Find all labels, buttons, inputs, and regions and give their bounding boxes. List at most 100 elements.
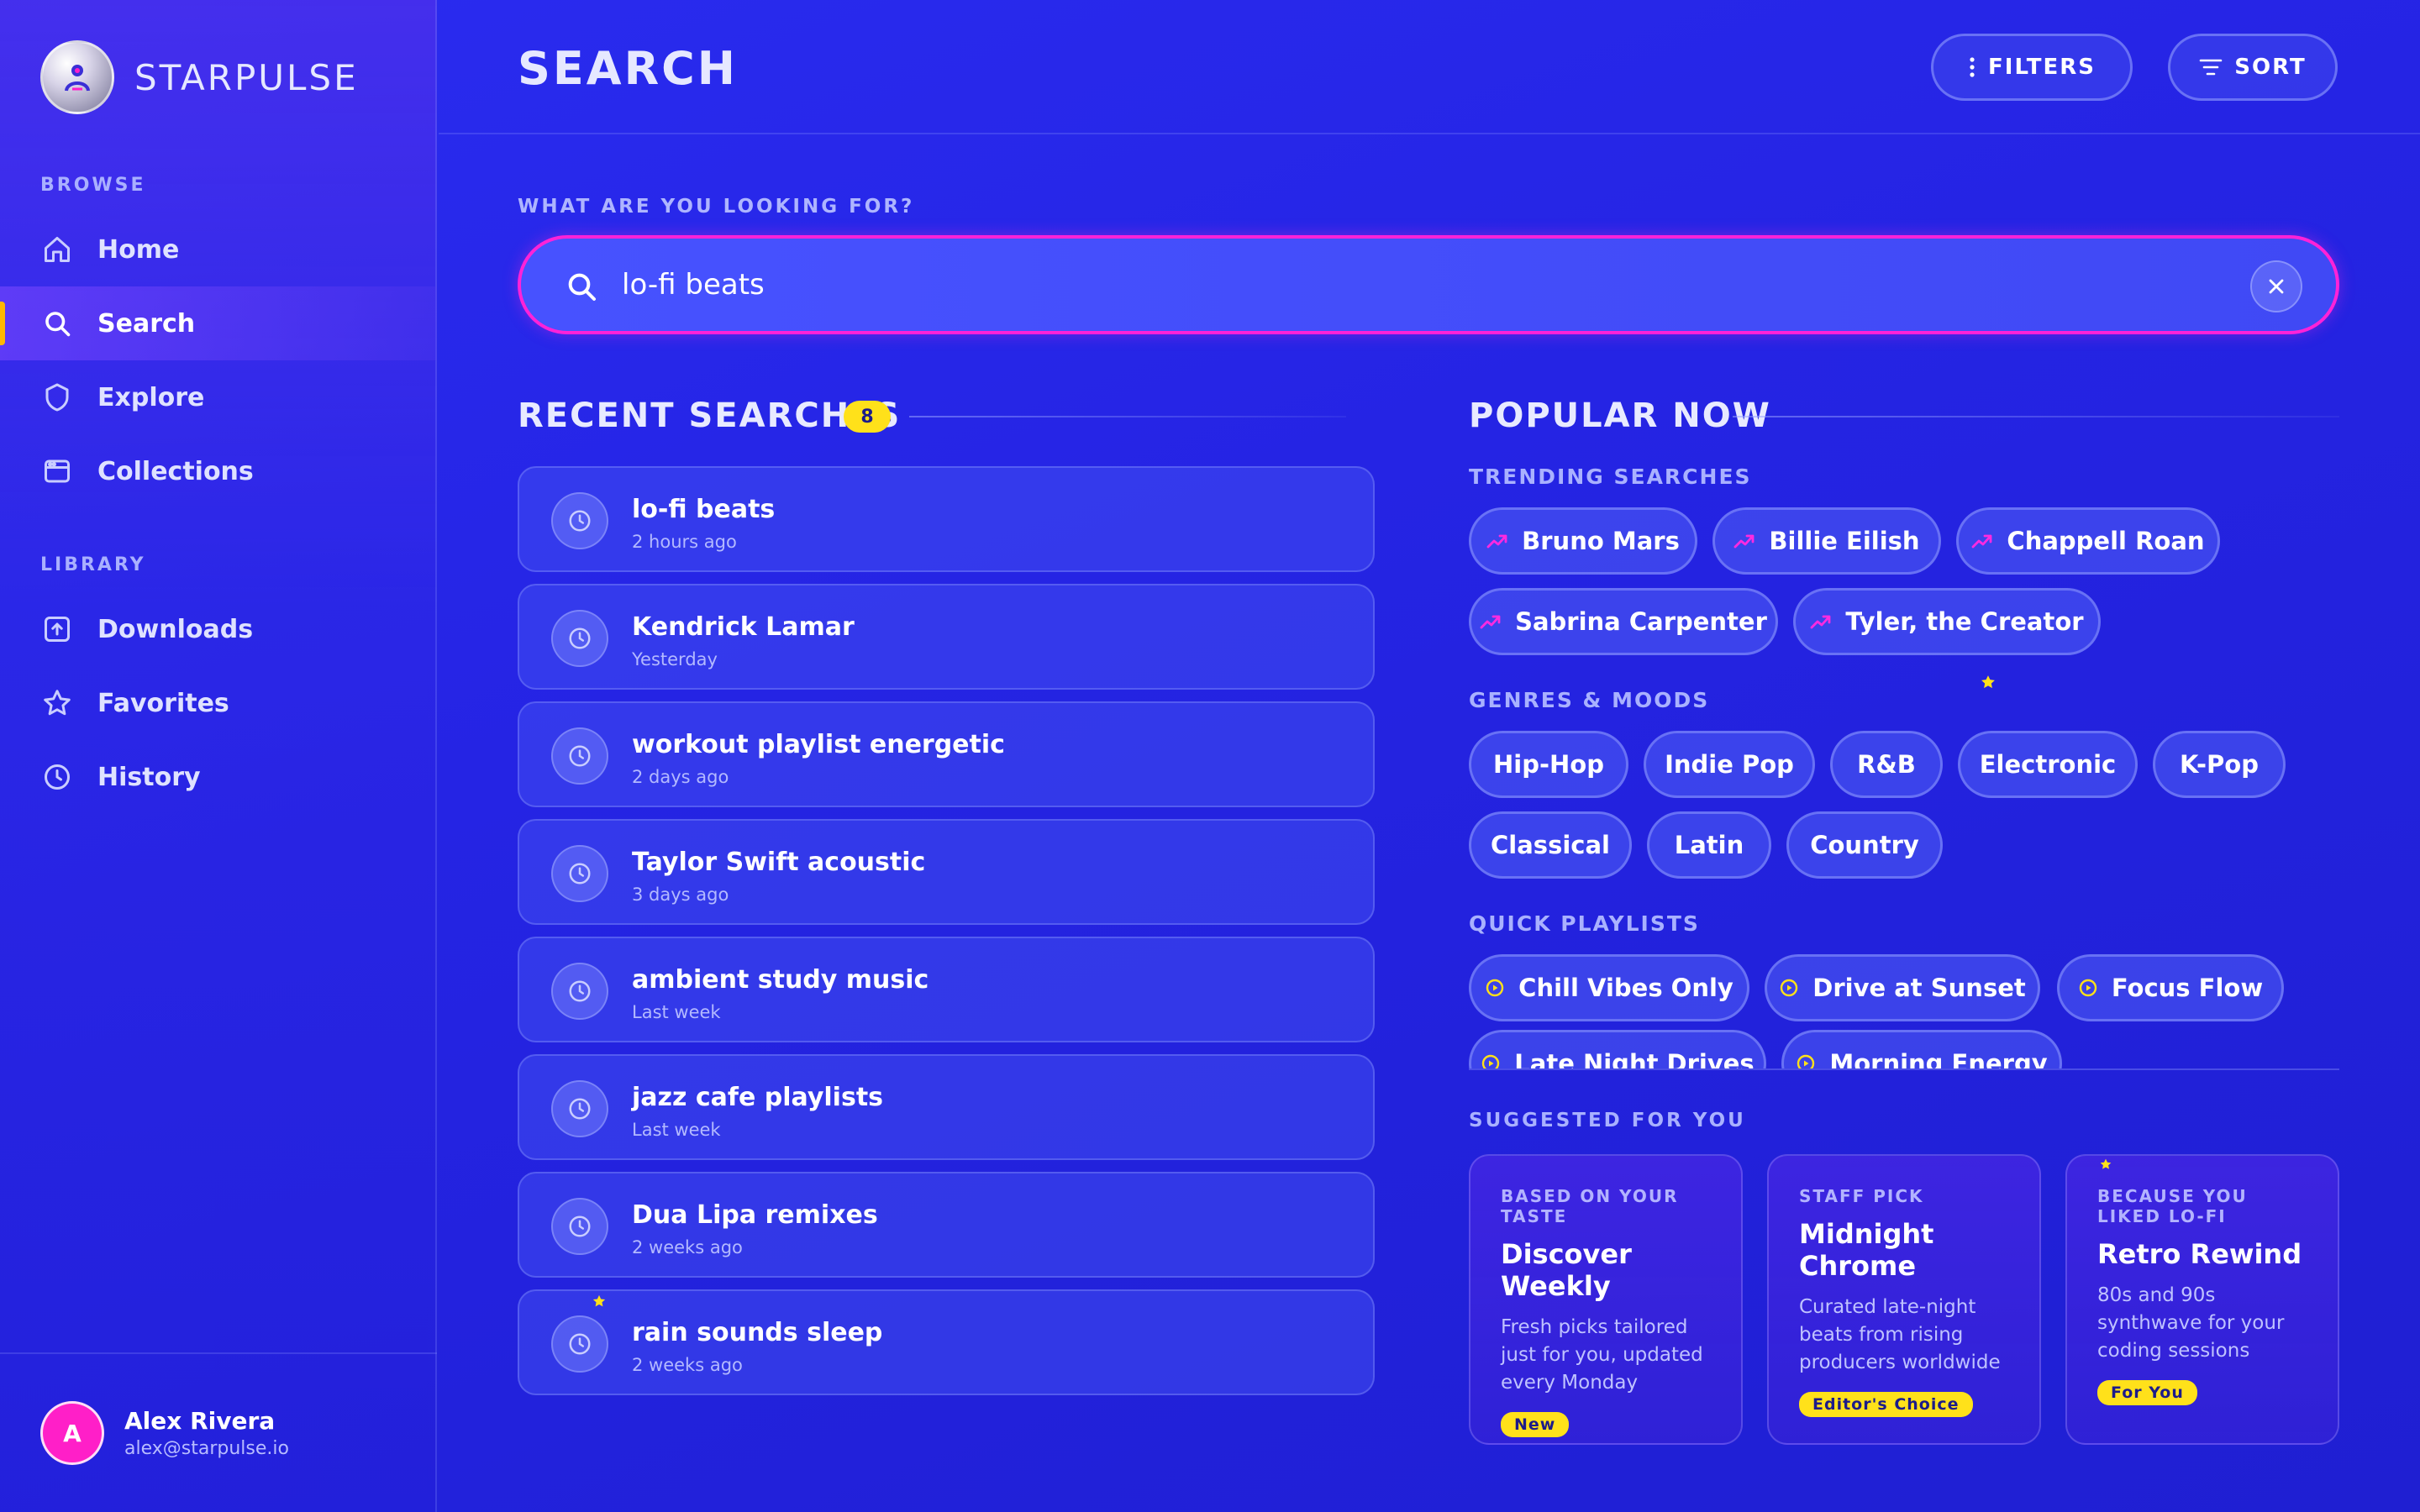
trending-chip[interactable]: Bruno Mars [1469,507,1697,575]
recent-search-title: ambient study music [632,965,929,995]
sidebar-item-history[interactable]: History [0,740,437,814]
suggestion-card[interactable]: STAFF PICK Midnight Chrome Curated late-… [1767,1154,2041,1445]
card-description: Fresh picks tailored just for you, updat… [1501,1316,1703,1394]
trending-up-icon [1733,533,1755,549]
genre-chip[interactable]: Classical [1469,811,1632,879]
filters-button[interactable]: FILTERS [1931,34,2133,101]
clock-icon [551,492,608,549]
card-description: 80s and 90s synthwave for your coding se… [2097,1284,2285,1362]
clock-icon [40,760,74,794]
genre-chip[interactable]: Electronic [1958,731,2138,798]
card-title: Discover Weekly [1501,1238,1632,1302]
recent-search-item[interactable]: Dua Lipa remixes 2 weeks ago [518,1172,1375,1278]
recent-search-title: rain sounds sleep [632,1318,883,1347]
chip-label: Classical [1491,831,1610,859]
clock-icon [551,1080,608,1137]
recent-search-time: Yesterday [632,649,718,669]
trending-chip[interactable]: Chappell Roan [1956,507,2220,575]
sidebar-item-explore[interactable]: Explore [0,360,437,434]
sort-button[interactable]: SORT [2168,34,2338,101]
card-title: Retro Rewind [2097,1238,2302,1270]
genres-label: GENRES & MOODS [1469,688,1710,712]
sidebar-item-home[interactable]: Home [0,213,437,286]
recent-search-time: Last week [632,1002,721,1022]
recent-search-item[interactable]: jazz cafe playlists Last week [518,1054,1375,1160]
close-icon [2269,279,2284,294]
sidebar-item-label: Home [97,234,180,265]
shield-icon [40,381,74,414]
playlist-divider [1469,1068,2339,1070]
recent-search-time: 2 weeks ago [632,1355,743,1375]
recent-search-time: 2 hours ago [632,532,737,552]
browse-label: BROWSE [40,175,146,196]
more-vertical-icon [1968,56,1976,78]
avatar: A [40,1401,104,1465]
chip-label: Indie Pop [1665,750,1794,779]
clock-icon [551,1315,608,1373]
clock-icon [551,727,608,785]
chip-label: Latin [1674,831,1744,859]
sidebar-item-label: Favorites [97,688,229,718]
playlist-chip[interactable]: Morning Energy [1781,1030,2062,1068]
user-name: Alex Rivera [124,1407,276,1435]
genre-chip[interactable]: K-Pop [2153,731,2286,798]
page-header: SEARCH FILTERS SORT [439,0,2420,134]
page-title: SEARCH [518,42,738,95]
recent-count-badge: 8 [844,401,891,433]
genre-chip[interactable]: Country [1786,811,1943,879]
recent-search-item[interactable]: rain sounds sleep 2 weeks ago [518,1289,1375,1395]
brand-logo-icon [40,40,114,114]
genre-chip[interactable]: Latin [1647,811,1771,879]
playlists-label: QUICK PLAYLISTS [1469,911,1700,936]
user-email: alex@starpulse.io [124,1438,289,1459]
chip-label: Hip-Hop [1493,750,1604,779]
recent-search-title: lo-fi beats [632,495,776,524]
filters-label: FILTERS [1988,55,2096,80]
card-eyebrow: STAFF PICK [1799,1186,1924,1206]
genre-chip[interactable]: R&B [1830,731,1943,798]
clock-icon [551,845,608,902]
recent-divider [909,416,1346,417]
suggestion-card[interactable]: BASED ON YOUR TASTE Discover Weekly Fres… [1469,1154,1743,1445]
recent-search-item[interactable]: Taylor Swift acoustic 3 days ago [518,819,1375,925]
trending-up-icon [1480,613,1502,630]
user-profile[interactable]: A Alex Rivera alex@starpulse.io [0,1352,437,1512]
chip-label: R&B [1857,750,1916,779]
playlist-chip[interactable]: Late Night Drives [1469,1030,1766,1068]
chip-label: Billie Eilish [1769,527,1920,555]
suggestion-card[interactable]: BECAUSE YOU LIKED LO-FI Retro Rewind 80s… [2065,1154,2339,1445]
card-badge: For You [2097,1380,2197,1405]
trending-chip[interactable]: Tyler, the Creator [1793,588,2101,655]
genre-chip[interactable]: Hip-Hop [1469,731,1628,798]
trending-chip[interactable]: Billie Eilish [1712,507,1941,575]
play-circle-icon [1481,1053,1501,1068]
play-circle-icon [1796,1053,1816,1068]
sidebar-item-label: Collections [97,456,254,486]
genre-chip[interactable]: Indie Pop [1644,731,1815,798]
sidebar-item-collections[interactable]: Collections [0,434,437,508]
recent-search-item[interactable]: lo-fi beats 2 hours ago [518,466,1375,572]
clear-search-button[interactable] [2250,260,2302,312]
sidebar-item-downloads[interactable]: Downloads [0,592,437,666]
chip-label: Country [1810,831,1919,859]
sidebar-item-label: Explore [97,382,205,412]
brand[interactable]: STARPULSE [40,40,359,114]
sidebar-item-label: Search [97,308,196,339]
download-icon [40,612,74,646]
playlist-overflow-area[interactable]: Late Night Drives Morning Energy [1469,949,2339,1068]
trending-chip[interactable]: Sabrina Carpenter [1469,588,1778,655]
recent-search-item[interactable]: workout playlist energetic 2 days ago [518,701,1375,807]
search-input[interactable] [622,259,2218,311]
popular-divider [1733,416,2339,417]
trending-label: TRENDING SEARCHES [1469,465,1752,489]
trending-up-icon [1971,533,1993,549]
sidebar-item-search[interactable]: Search [0,286,437,360]
search-label: WHAT ARE YOU LOOKING FOR? [518,196,915,218]
sidebar-item-favorites[interactable]: Favorites [0,666,437,740]
recent-search-item[interactable]: Kendrick Lamar Yesterday [518,584,1375,690]
suggested-label: SUGGESTED FOR YOU [1469,1110,1746,1131]
brand-name: STARPULSE [134,56,359,98]
recent-search-item[interactable]: ambient study music Last week [518,937,1375,1042]
chip-label: Morning Energy [1829,1049,2048,1068]
card-eyebrow: BASED ON YOUR TASTE [1501,1186,1679,1226]
